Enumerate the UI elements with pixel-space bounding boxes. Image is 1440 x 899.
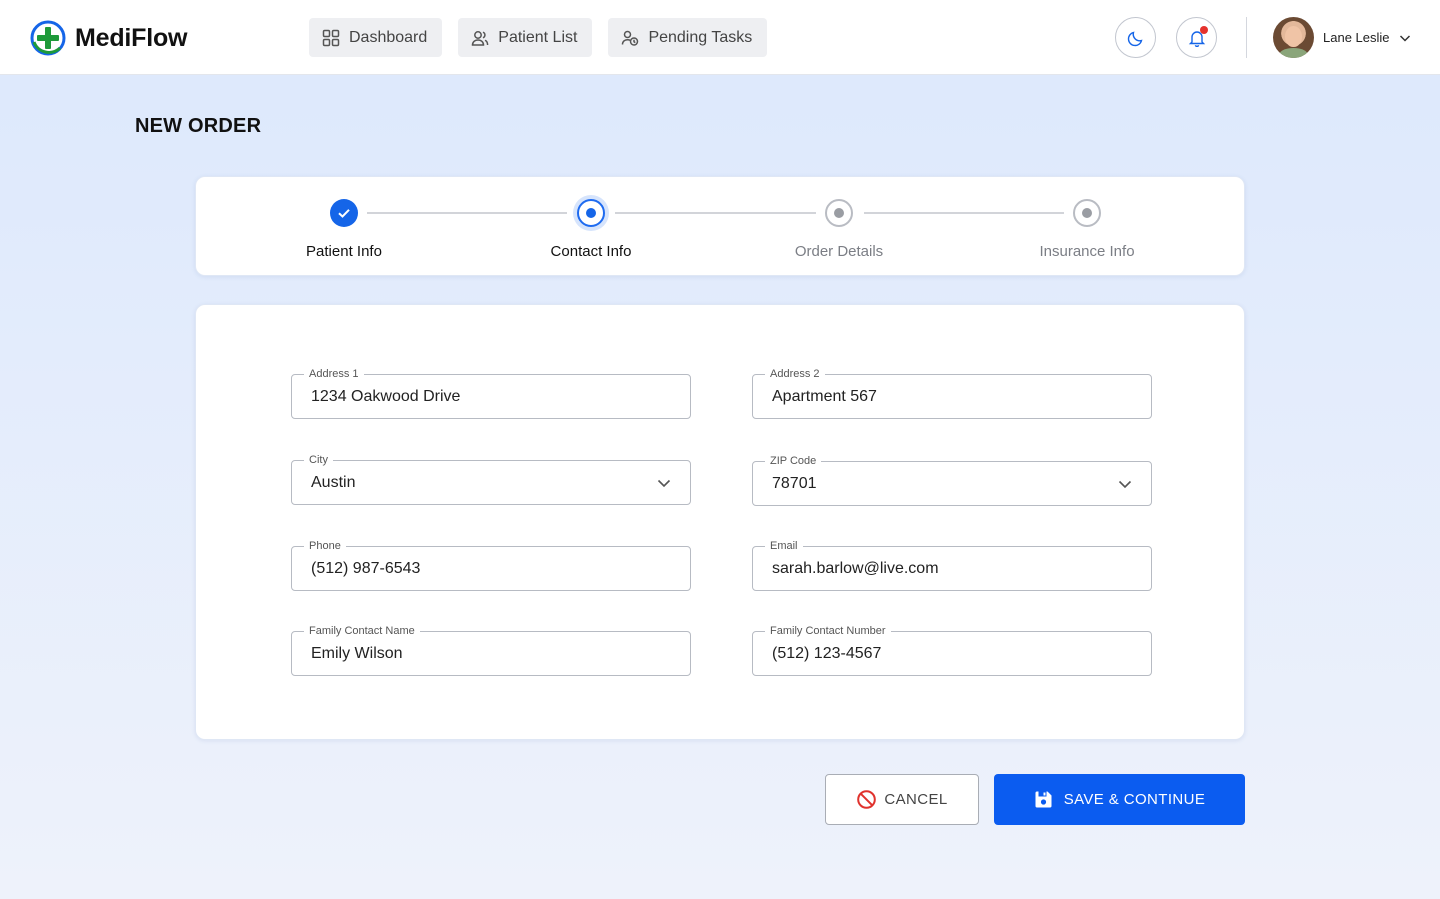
floppy-disk-icon bbox=[1035, 791, 1052, 808]
field-label: City bbox=[304, 453, 333, 467]
step-label: Contact Info bbox=[550, 243, 632, 260]
main-nav: Dashboard Patient List Pending Tasks bbox=[309, 18, 768, 57]
step-active-indicator bbox=[577, 199, 605, 227]
chevron-down-icon bbox=[657, 479, 671, 488]
step-pending-indicator bbox=[825, 199, 853, 227]
check-icon bbox=[338, 209, 350, 218]
field-label: Family Contact Number bbox=[765, 624, 891, 638]
notification-badge bbox=[1200, 26, 1208, 34]
notifications-button[interactable] bbox=[1176, 17, 1217, 58]
city-select[interactable]: City Austin bbox=[291, 453, 691, 505]
nav-pending-tasks-label: Pending Tasks bbox=[648, 28, 753, 46]
step-connector bbox=[615, 212, 816, 214]
email-field[interactable]: Email sarah.barlow@live.com bbox=[752, 539, 1152, 591]
grid-icon bbox=[322, 29, 340, 46]
theme-toggle-button[interactable] bbox=[1115, 17, 1156, 58]
step-label: Patient Info bbox=[306, 243, 382, 260]
user-menu[interactable]: Lane Leslie bbox=[1273, 17, 1412, 58]
page-title: NEW ORDER bbox=[135, 115, 262, 137]
save-label: SAVE & CONTINUE bbox=[1063, 791, 1206, 808]
nav-patient-list[interactable]: Patient List bbox=[458, 18, 593, 57]
field-value: (512) 987-6543 bbox=[311, 560, 421, 577]
zip-code-select[interactable]: ZIP Code 78701 bbox=[752, 454, 1152, 506]
field-value: sarah.barlow@live.com bbox=[772, 560, 939, 577]
user-name: Lane Leslie bbox=[1323, 30, 1390, 45]
order-stepper: Patient Info Contact Info Order Details … bbox=[195, 176, 1245, 276]
chevron-down-icon bbox=[1399, 34, 1410, 42]
address2-field[interactable]: Address 2 Apartment 567 bbox=[752, 367, 1152, 419]
nav-dashboard[interactable]: Dashboard bbox=[309, 18, 443, 57]
field-label: Email bbox=[765, 539, 803, 553]
step-pending-indicator bbox=[1073, 199, 1101, 227]
phone-field[interactable]: Phone (512) 987-6543 bbox=[291, 539, 691, 591]
save-continue-button[interactable]: SAVE & CONTINUE bbox=[994, 774, 1245, 825]
family-contact-number-field[interactable]: Family Contact Number (512) 123-4567 bbox=[752, 624, 1152, 676]
field-value: 78701 bbox=[772, 475, 817, 492]
field-value: 1234 Oakwood Drive bbox=[311, 388, 461, 405]
moon-icon bbox=[1127, 31, 1142, 46]
field-label: Address 1 bbox=[304, 367, 364, 381]
step-label: Insurance Info bbox=[1039, 243, 1135, 260]
no-entry-icon bbox=[857, 790, 877, 809]
step-label: Order Details bbox=[794, 243, 884, 260]
address1-field[interactable]: Address 1 1234 Oakwood Drive bbox=[291, 367, 691, 419]
cancel-button[interactable]: CANCEL bbox=[825, 774, 979, 825]
field-label: Address 2 bbox=[765, 367, 825, 381]
step-connector bbox=[864, 212, 1064, 214]
nav-dashboard-label: Dashboard bbox=[349, 28, 428, 46]
contact-info-form: Address 1 1234 Oakwood Drive Address 2 A… bbox=[195, 304, 1245, 740]
step-completed-indicator bbox=[330, 199, 358, 227]
cancel-label: CANCEL bbox=[884, 791, 948, 808]
field-value: Emily Wilson bbox=[311, 645, 403, 662]
nav-pending-tasks[interactable]: Pending Tasks bbox=[608, 18, 768, 57]
field-value: Austin bbox=[311, 474, 356, 491]
field-label: Phone bbox=[304, 539, 346, 553]
app-name: MediFlow bbox=[75, 23, 188, 52]
field-label: Family Contact Name bbox=[304, 624, 420, 638]
step-connector bbox=[367, 212, 567, 214]
users-icon bbox=[472, 30, 489, 46]
header-divider bbox=[1246, 17, 1247, 58]
avatar bbox=[1273, 17, 1314, 58]
field-label: ZIP Code bbox=[765, 454, 822, 468]
plus-cross-icon bbox=[30, 20, 66, 56]
field-value: (512) 123-4567 bbox=[772, 645, 882, 662]
top-bar: MediFlow Dashboard Patient List Pending … bbox=[0, 0, 1440, 75]
nav-patient-list-label: Patient List bbox=[498, 28, 578, 46]
family-contact-name-field[interactable]: Family Contact Name Emily Wilson bbox=[291, 624, 691, 676]
tasks-icon bbox=[622, 30, 639, 46]
field-value: Apartment 567 bbox=[772, 388, 877, 405]
app-logo[interactable]: MediFlow bbox=[30, 20, 187, 56]
chevron-down-icon bbox=[1118, 480, 1132, 489]
